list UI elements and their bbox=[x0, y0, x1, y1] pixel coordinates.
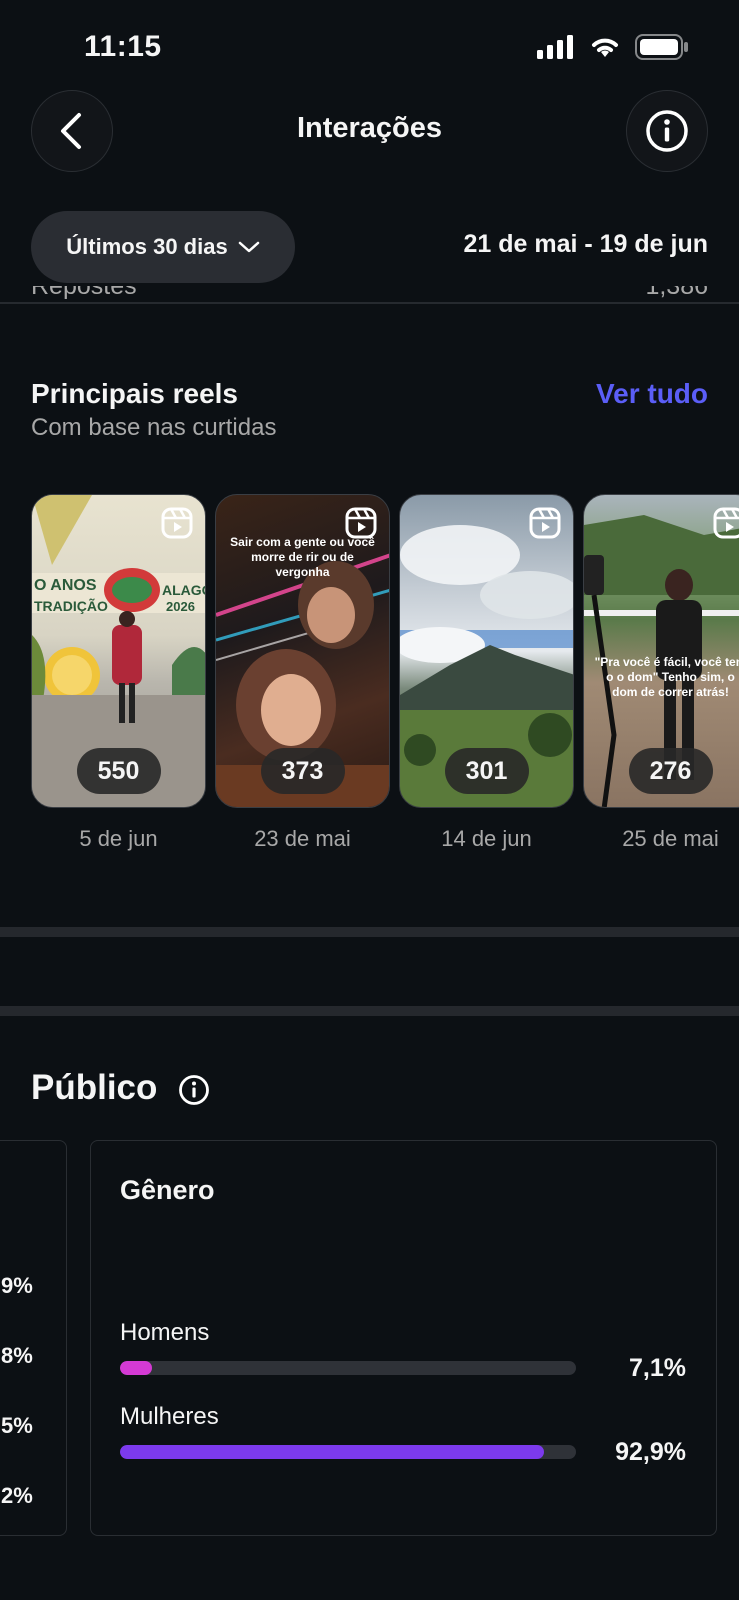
reel-thumbnail[interactable]: "Pra você é fácil, você tem o o dom" Ten… bbox=[583, 494, 739, 808]
reel-like-count: 276 bbox=[628, 748, 713, 794]
reels-icon bbox=[529, 507, 561, 539]
previous-card-value: 2% bbox=[1, 1483, 33, 1508]
reel-date: 25 de mai bbox=[622, 826, 719, 851]
scrolled-row: Repostes 1,386 bbox=[0, 286, 739, 302]
gender-label-men: Homens bbox=[120, 1319, 210, 1346]
reels-section-subtitle: Com base nas curtidas bbox=[31, 414, 277, 441]
reel-item[interactable]: Sair com a gente ou você morre de rir ou… bbox=[215, 494, 390, 852]
previous-audience-card[interactable]: 9% 8% 5% 2% bbox=[0, 1140, 67, 1536]
section-separator bbox=[0, 927, 739, 937]
reel-thumbnail[interactable]: 301 bbox=[399, 494, 574, 808]
reel-thumbnail[interactable]: Sair com a gente ou você morre de rir ou… bbox=[215, 494, 390, 808]
chevron-down-icon bbox=[238, 241, 259, 253]
gender-label-women: Mulheres bbox=[120, 1403, 219, 1430]
gender-bar-men bbox=[120, 1361, 576, 1375]
gender-bar-fill-women bbox=[120, 1445, 544, 1459]
reel-date: 5 de jun bbox=[79, 826, 158, 851]
gender-bar-fill-men bbox=[120, 1361, 153, 1375]
reel-date: 23 de mai bbox=[254, 826, 351, 851]
battery-icon bbox=[635, 34, 688, 60]
reel-thumbnail[interactable]: O ANOS TRADIÇÃO ALAGOA 2026 bbox=[31, 494, 206, 808]
reel-like-count: 373 bbox=[260, 748, 345, 794]
previous-card-value: 9% bbox=[1, 1273, 33, 1298]
previous-card-value: 8% bbox=[1, 1343, 33, 1368]
reels-icon bbox=[161, 507, 193, 539]
reel-caption: "Pra você é fácil, você tem o o dom" Ten… bbox=[594, 655, 739, 699]
gender-card-title: Gênero bbox=[120, 1175, 215, 1205]
reel-item[interactable]: O ANOS TRADIÇÃO ALAGOA 2026 bbox=[31, 494, 206, 852]
reel-caption: Sair com a gente ou você morre de rir ou… bbox=[230, 535, 375, 579]
header: Interações bbox=[0, 88, 739, 174]
period-dropdown[interactable]: Últimos 30 dias bbox=[31, 211, 295, 283]
reels-section-title: Principais reels bbox=[31, 378, 239, 409]
wifi-icon bbox=[592, 38, 618, 57]
reel-like-count: 301 bbox=[444, 748, 529, 794]
status-time: 11:15 bbox=[84, 30, 162, 63]
gender-card[interactable]: Gênero Homens 7,1% Mulheres 92,9% bbox=[90, 1140, 717, 1536]
svg-text:O ANOS: O ANOS bbox=[34, 577, 97, 594]
audience-title: Público bbox=[31, 1068, 158, 1107]
reel-like-count: 550 bbox=[76, 748, 161, 794]
svg-text:2026: 2026 bbox=[166, 599, 195, 614]
gender-bar-women bbox=[120, 1445, 576, 1459]
date-range: 21 de mai - 19 de jun bbox=[463, 230, 708, 258]
section-separator bbox=[0, 1006, 739, 1016]
reel-item[interactable]: 301 14 de jun bbox=[399, 494, 574, 852]
info-icon bbox=[646, 110, 688, 152]
svg-text:TRADIÇÃO: TRADIÇÃO bbox=[34, 597, 108, 614]
reels-icon bbox=[713, 507, 739, 539]
gender-pct-men: 7,1% bbox=[629, 1354, 686, 1382]
scrolled-row-value: 1,386 bbox=[645, 286, 708, 300]
info-icon[interactable] bbox=[178, 1074, 210, 1106]
gender-pct-women: 92,9% bbox=[615, 1438, 686, 1466]
svg-text:ALAGOA: ALAGOA bbox=[162, 582, 206, 598]
filter-row: Últimos 30 dias 21 de mai - 19 de jun bbox=[0, 210, 739, 283]
status-bar: 11:15 bbox=[0, 0, 739, 90]
divider bbox=[0, 302, 739, 304]
reel-item[interactable]: "Pra você é fácil, você tem o o dom" Ten… bbox=[583, 494, 739, 852]
status-icons bbox=[537, 34, 689, 60]
reels-icon bbox=[345, 507, 377, 539]
reel-date: 14 de jun bbox=[441, 826, 532, 851]
period-label: Últimos 30 dias bbox=[66, 234, 228, 259]
see-all-link[interactable]: Ver tudo bbox=[596, 378, 708, 410]
reels-carousel[interactable]: O ANOS TRADIÇÃO ALAGOA 2026 bbox=[31, 494, 739, 854]
previous-card-value: 5% bbox=[1, 1413, 33, 1438]
scrolled-row-label: Repostes bbox=[31, 286, 137, 300]
info-button[interactable] bbox=[626, 90, 708, 172]
signal-icon bbox=[537, 35, 573, 59]
